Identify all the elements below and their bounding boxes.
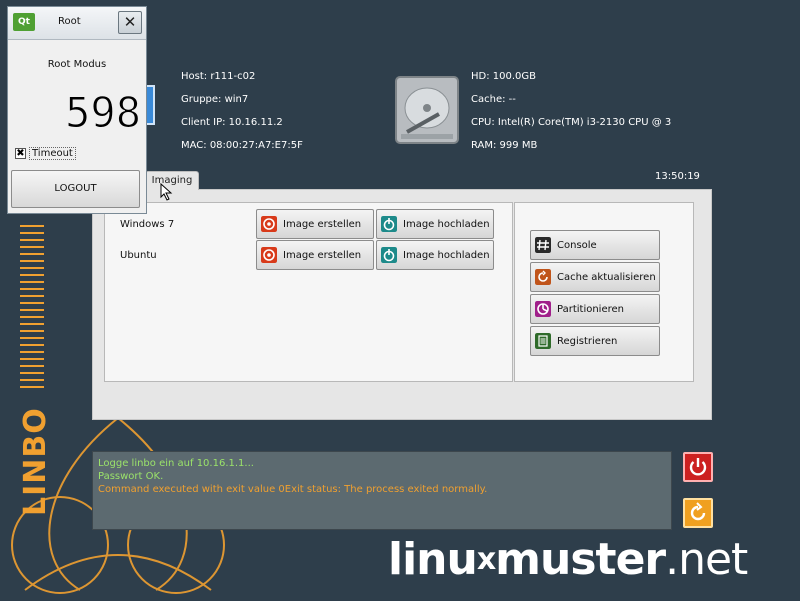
timeout-label[interactable]: Timeout <box>29 147 76 160</box>
console-label: Console <box>557 239 597 251</box>
close-button[interactable]: ✕ <box>118 11 142 34</box>
reboot-button[interactable] <box>683 498 713 528</box>
linbo-side-text: LINBO <box>18 407 53 516</box>
logout-button[interactable]: LOGOUT <box>11 170 140 208</box>
mac-address: MAC: 08:00:27:A7:E7:5F <box>181 140 303 151</box>
create-image-icon <box>261 216 277 232</box>
host-info-left: Host: r111-c02 Gruppe: win7 Client IP: 1… <box>181 65 303 157</box>
console-button[interactable]: Console <box>530 230 660 260</box>
log-output[interactable]: Logge linbo ein auf 10.16.1.1... Passwor… <box>92 451 672 530</box>
partition-label: Partitionieren <box>557 303 624 315</box>
create-image-button-windows[interactable]: Image erstellen <box>256 209 374 239</box>
brand-part1: linu <box>388 534 478 585</box>
dialog-titlebar[interactable]: Qt Root ✕ <box>8 7 146 40</box>
os-name-windows: Windows 7 <box>120 219 175 230</box>
countdown-value: 598 <box>65 88 141 132</box>
register-button[interactable]: Registrieren <box>530 326 660 356</box>
linbo-side-logo: LINBO <box>6 398 66 518</box>
client-ip: Client IP: 10.16.11.2 <box>181 117 283 128</box>
log-line: Logge linbo ein auf 10.16.1.1... <box>98 458 254 469</box>
cache-update-label: Cache aktualisieren <box>557 271 656 283</box>
actions-panel: Console Cache aktualisieren Partitionier… <box>514 202 694 382</box>
power-icon <box>689 458 707 476</box>
register-icon <box>535 333 551 349</box>
upload-image-button-ubuntu[interactable]: Image hochladen <box>376 240 494 270</box>
upload-image-label: Image hochladen <box>403 218 490 230</box>
cache-info: Cache: -- <box>471 94 516 105</box>
root-mode-label: Root Modus <box>47 59 107 70</box>
host-name: Host: r111-c02 <box>181 71 256 82</box>
os-list-panel: Windows 7 Image erstellen Image hochlade… <box>104 202 513 382</box>
partition-icon <box>535 301 551 317</box>
ram-info: RAM: 999 MB <box>471 140 538 151</box>
brand-part2: muster <box>495 534 666 585</box>
reboot-icon <box>690 502 706 521</box>
timeout-checkbox[interactable]: ✖ <box>15 148 26 159</box>
hard-disk-icon <box>395 76 459 144</box>
create-image-icon <box>261 247 277 263</box>
clock: 13:50:19 <box>655 171 700 182</box>
upload-image-button-windows[interactable]: Image hochladen <box>376 209 494 239</box>
create-image-label: Image erstellen <box>283 218 362 230</box>
upload-image-icon <box>381 216 397 232</box>
mouse-cursor-icon <box>160 183 173 201</box>
log-line: Command executed with exit value 0Exit s… <box>98 484 488 495</box>
root-dialog: Qt Root ✕ Root Modus 598 ✖ Timeout LOGOU… <box>7 6 147 214</box>
partition-button[interactable]: Partitionieren <box>530 294 660 324</box>
qt-logo-icon: Qt <box>13 13 35 31</box>
brand-x: x <box>476 542 496 577</box>
countdown-display: 598 <box>65 88 142 133</box>
linuxmuster-logo: linuxmuster.net <box>388 534 748 585</box>
cpu-info: CPU: Intel(R) Core(TM) i3-2130 CPU @ 3 <box>471 117 671 128</box>
create-image-button-ubuntu[interactable]: Image erstellen <box>256 240 374 270</box>
upload-image-icon <box>381 247 397 263</box>
host-info-right: HD: 100.0GB Cache: -- CPU: Intel(R) Core… <box>471 65 671 157</box>
shutdown-button[interactable] <box>683 452 713 482</box>
brand-net: .net <box>665 534 748 585</box>
os-name-ubuntu: Ubuntu <box>120 250 157 261</box>
create-image-label: Image erstellen <box>283 249 362 261</box>
log-line: Passwort OK. <box>98 471 164 482</box>
cache-update-button[interactable]: Cache aktualisieren <box>530 262 660 292</box>
console-icon <box>535 237 551 253</box>
upload-image-label: Image hochladen <box>403 249 490 261</box>
register-label: Registrieren <box>557 335 618 347</box>
host-group: Gruppe: win7 <box>181 94 249 105</box>
hd-size: HD: 100.0GB <box>471 71 537 82</box>
dialog-title: Root <box>58 16 81 27</box>
refresh-icon <box>535 269 551 285</box>
